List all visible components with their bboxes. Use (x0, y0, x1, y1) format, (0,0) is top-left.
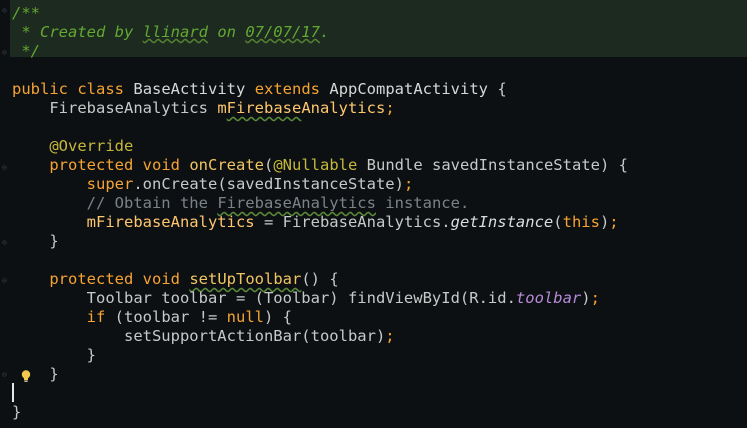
doc-text: . (319, 23, 330, 41)
code-line[interactable]: protected void onCreate(@Nullable Bundle… (12, 156, 628, 175)
keyword: this (562, 213, 600, 231)
typo-underline: Firebase (226, 99, 302, 117)
expression: = FirebaseAnalytics. (254, 213, 451, 231)
static-field: toolbar (515, 289, 582, 307)
keyword: super (86, 175, 134, 193)
code-line[interactable]: if (toolbar != null) { (12, 308, 292, 327)
keyword: if (86, 308, 106, 326)
line-comment: instance. (375, 194, 470, 212)
brace: { (488, 80, 507, 98)
expression: Toolbar toolbar = (Toolbar) findViewById… (86, 289, 516, 307)
keyword: protected (49, 270, 134, 288)
field-name: mFirebaseAnalytics (217, 99, 385, 117)
static-method: getInstance (450, 213, 554, 231)
typo-underline: FirebaseAnalytics (217, 194, 376, 212)
class-name: BaseActivity (133, 80, 246, 98)
code-line[interactable]: public class BaseActivity extends AppCom… (12, 80, 507, 99)
method-call: setSupportActionBar(toolbar) (123, 327, 386, 345)
keyword: void (142, 270, 180, 288)
doc-text: on (207, 23, 246, 41)
code-line[interactable]: * Created by llinard on 07/07/17. (12, 23, 329, 42)
brace: } (86, 346, 96, 364)
code-line[interactable]: /** (12, 4, 40, 23)
code-line[interactable]: } (12, 232, 59, 251)
code-line[interactable]: super.onCreate(savedInstanceState); (12, 175, 414, 194)
code-line[interactable]: @Override (12, 137, 133, 156)
code-editor[interactable]: ⊖ ⊖ ⊖ ⊖ ⊖ ⊖ /** * Created by llinard on … (0, 0, 747, 428)
field-name-part: m (217, 99, 227, 117)
semicolon: ; (385, 327, 395, 345)
keyword: protected (49, 156, 134, 174)
field-name-part: Analytics (301, 99, 386, 117)
keyword: class (77, 80, 125, 98)
method-call: .onCreate(savedInstanceState) (133, 175, 404, 193)
brace: } (12, 403, 22, 421)
code-line[interactable]: } (12, 403, 21, 422)
fold-marker[interactable]: ⊖ (2, 164, 8, 172)
paren: ( (264, 156, 274, 174)
method-name: onCreate (189, 156, 264, 174)
doc-comment-end: */ (12, 42, 40, 60)
annotation: @Override (49, 137, 134, 155)
keyword: extends (254, 80, 321, 98)
brace: } (49, 365, 59, 383)
code-line[interactable]: */ (12, 42, 40, 61)
code-line[interactable]: mFirebaseAnalytics = FirebaseAnalytics.g… (12, 213, 619, 232)
fold-marker[interactable]: ⊖ (2, 277, 8, 285)
fold-marker[interactable]: ⊖ (2, 7, 8, 15)
superclass-name: AppCompatActivity (329, 80, 488, 98)
paren: ( (553, 213, 563, 231)
text-caret (12, 383, 14, 402)
doc-text: * Created by (12, 23, 143, 41)
fold-marker[interactable]: ⊖ (2, 49, 8, 57)
fold-marker[interactable]: ⊖ (2, 371, 8, 379)
editor-gutter: ⊖ ⊖ ⊖ ⊖ ⊖ ⊖ (0, 0, 10, 428)
semicolon: ; (609, 213, 619, 231)
method-name: setUpToolbar (189, 270, 302, 288)
paren: ) (599, 213, 610, 231)
code-line[interactable]: protected void setUpToolbar() { (12, 270, 339, 289)
doc-comment-start: /** (12, 4, 40, 22)
semicolon: ; (385, 99, 395, 117)
keyword: void (142, 156, 180, 174)
paren: ) (581, 289, 591, 307)
expression: (toolbar != (105, 308, 227, 326)
brace: ) { (263, 308, 292, 326)
doc-author: llinard (142, 23, 208, 41)
code-line[interactable]: setSupportActionBar(toolbar); (12, 327, 395, 346)
type-name: FirebaseAnalytics (49, 99, 208, 117)
keyword: null (226, 308, 264, 326)
code-line[interactable]: } (12, 346, 96, 365)
fold-marker[interactable]: ⊖ (2, 239, 8, 247)
brace: } (49, 232, 59, 250)
semicolon: ; (590, 289, 600, 307)
field-name: mFirebaseAnalytics (86, 213, 255, 231)
code-line[interactable]: Toolbar toolbar = (Toolbar) findViewById… (12, 289, 600, 308)
keyword: public (12, 80, 68, 98)
semicolon: ; (403, 175, 414, 193)
annotation: @Nullable (273, 156, 358, 174)
line-comment: // Obtain the (86, 194, 218, 212)
doc-date: 07/07/17 (245, 23, 320, 41)
code-line[interactable]: FirebaseAnalytics mFirebaseAnalytics; (12, 99, 395, 118)
lightbulb-icon[interactable] (19, 369, 33, 383)
code-line[interactable]: // Obtain the FirebaseAnalytics instance… (12, 194, 470, 213)
parameter-list: () { (301, 270, 339, 288)
parameter-list: Bundle savedInstanceState) { (357, 156, 628, 174)
